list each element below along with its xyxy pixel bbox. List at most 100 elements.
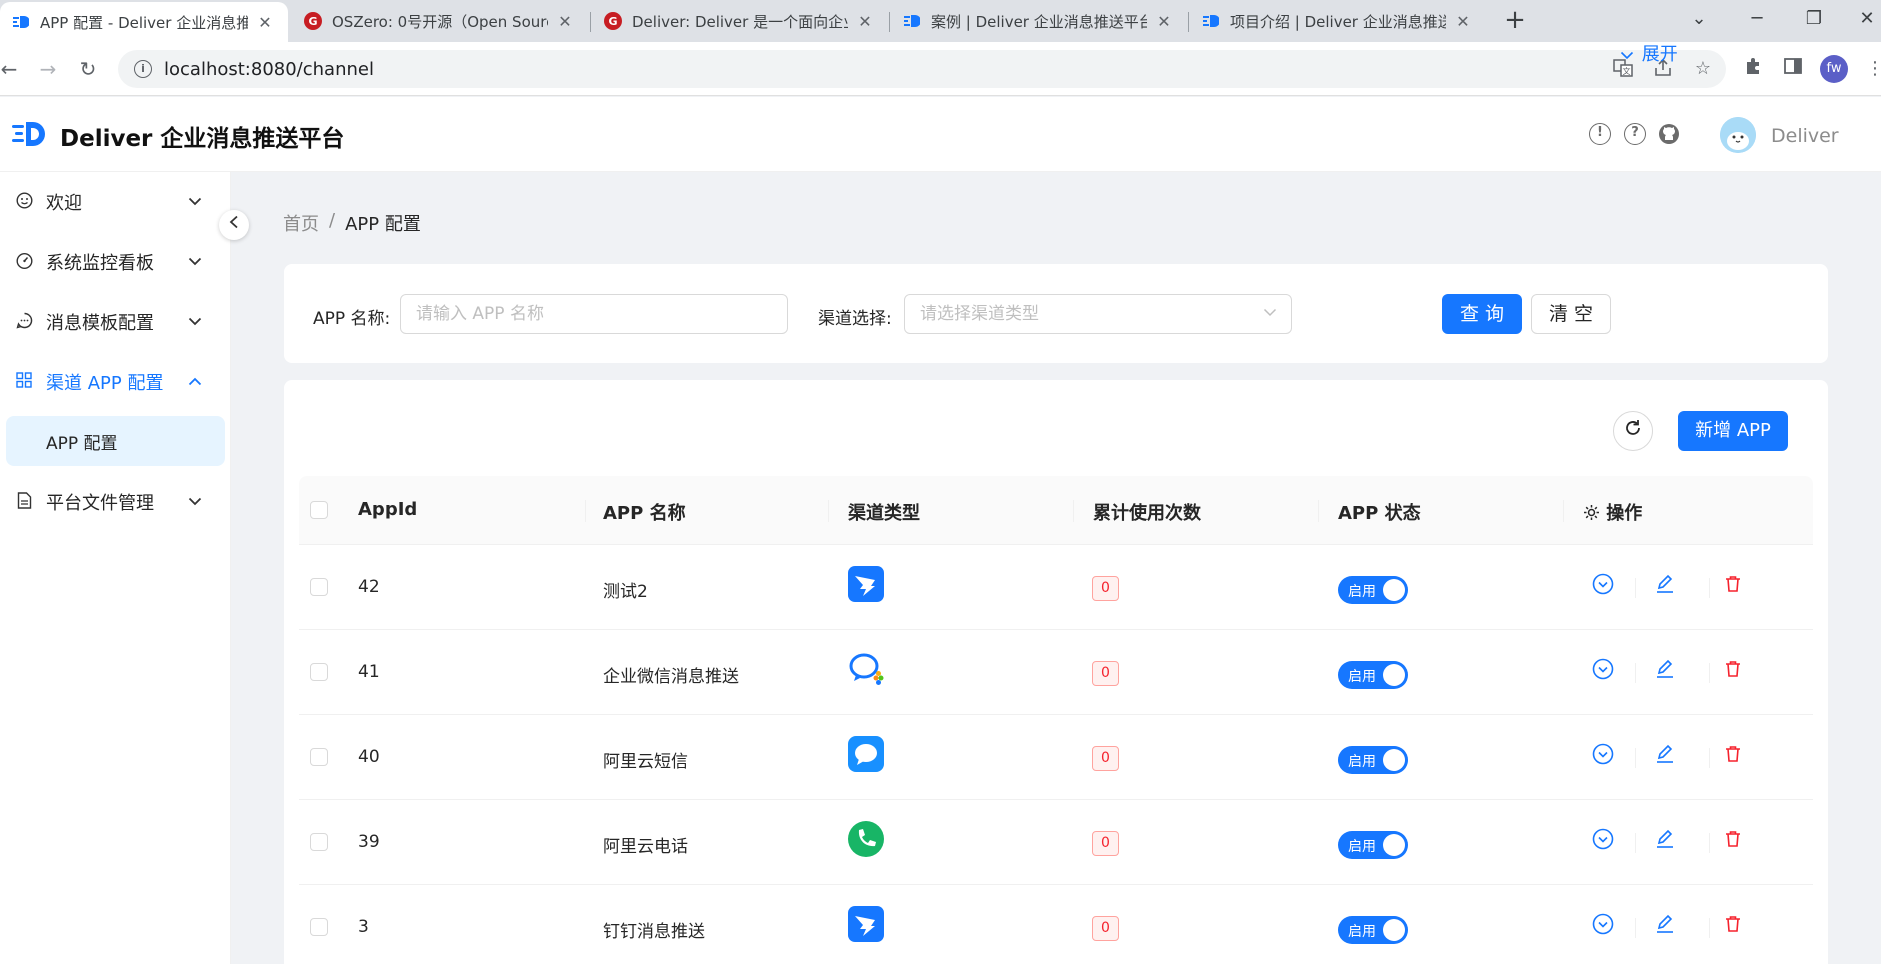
sidebar-item-channel-app[interactable]: 渠道 APP 配置 [0, 352, 231, 412]
sidebar-item-monitor[interactable]: 系统监控看板 [0, 232, 231, 292]
row-checkbox[interactable] [310, 578, 328, 596]
close-tab-icon[interactable]: ✕ [256, 13, 274, 32]
column-header-app-name[interactable]: APP 名称 [603, 499, 686, 525]
back-icon[interactable]: ← [0, 54, 24, 84]
edit-icon[interactable] [1653, 572, 1677, 596]
breadcrumb-home[interactable]: 首页 [283, 210, 319, 236]
action-divider [1709, 578, 1710, 598]
column-header-app-status[interactable]: APP 状态 [1338, 499, 1421, 525]
view-details-icon[interactable] [1591, 657, 1615, 681]
address-bar[interactable]: i localhost:8080/channel [118, 50, 1726, 88]
minimize-icon[interactable]: ─ [1730, 0, 1784, 42]
delete-icon[interactable] [1721, 657, 1745, 681]
close-tab-icon[interactable]: ✕ [1454, 12, 1472, 31]
user-avatar[interactable] [1720, 117, 1756, 153]
sidebar-item-label: 系统监控看板 [46, 253, 154, 274]
browser-menu-icon[interactable]: ⋮ [1862, 56, 1881, 82]
username[interactable]: Deliver [1771, 125, 1839, 147]
switch-label: 启用 [1348, 839, 1376, 855]
chevron-up-icon [185, 374, 205, 390]
sidebar-subitem-app-config[interactable]: APP 配置 [6, 416, 225, 466]
dingtalk-icon [848, 566, 884, 602]
table-row: 39 阿里云电话 0 启用 [299, 800, 1813, 885]
bookmark-star-icon[interactable]: ☆ [1692, 58, 1714, 80]
sidebar-item-label: 欢迎 [46, 193, 82, 214]
delete-icon[interactable] [1721, 912, 1745, 936]
row-checkbox[interactable] [310, 833, 328, 851]
status-switch[interactable]: 启用 [1338, 746, 1408, 774]
app-header: Deliver 企业消息推送平台 ! ? Deliver [0, 97, 1881, 172]
close-tab-icon[interactable]: ✕ [1155, 12, 1173, 31]
sidebar-item-files[interactable]: 平台文件管理 [0, 472, 231, 532]
breadcrumb: 首页 / APP 配置 [283, 210, 421, 236]
tab-search-chevron-icon[interactable]: ⌄ [1672, 0, 1726, 42]
app-name-input[interactable]: 请输入 APP 名称 [400, 294, 788, 334]
usage-count-tag: 0 [1092, 831, 1119, 856]
browser-profile-avatar[interactable]: fw [1820, 55, 1848, 83]
query-button[interactable]: 查 询 [1442, 294, 1522, 334]
column-header-actions[interactable]: 操作 [1583, 499, 1642, 525]
edit-icon[interactable] [1653, 657, 1677, 681]
column-header-usage-count[interactable]: 累计使用次数 [1093, 499, 1201, 525]
extensions-icon[interactable] [1740, 56, 1766, 82]
browser-tab-active[interactable]: APP 配置 - Deliver 企业消息推送平台 ✕ [0, 2, 288, 42]
row-checkbox[interactable] [310, 748, 328, 766]
view-details-icon[interactable] [1591, 742, 1615, 766]
info-circle-icon[interactable]: ! [1589, 123, 1611, 145]
close-tab-icon[interactable]: ✕ [556, 12, 574, 31]
chevron-down-icon [185, 194, 205, 210]
row-checkbox[interactable] [310, 918, 328, 936]
reload-icon[interactable]: ↻ [73, 54, 103, 84]
cell-appid: 42 [358, 577, 380, 597]
close-tab-icon[interactable]: ✕ [856, 12, 874, 31]
sidebar-item-label: 消息模板配置 [46, 313, 154, 334]
site-info-icon[interactable]: i [134, 60, 152, 78]
status-switch[interactable]: 启用 [1338, 661, 1408, 689]
cell-app-name: 企业微信消息推送 [603, 667, 739, 687]
action-divider [1635, 748, 1636, 768]
delete-icon[interactable] [1721, 827, 1745, 851]
column-header-appid[interactable]: AppId [358, 499, 417, 520]
edit-icon[interactable] [1653, 912, 1677, 936]
view-details-icon[interactable] [1591, 912, 1615, 936]
reload-table-button[interactable] [1613, 411, 1653, 451]
status-switch[interactable]: 启用 [1338, 916, 1408, 944]
column-header-channel-type[interactable]: 渠道类型 [848, 499, 920, 525]
delete-icon[interactable] [1721, 742, 1745, 766]
forward-icon[interactable]: → [33, 54, 63, 84]
delete-icon[interactable] [1721, 572, 1745, 596]
browser-tab[interactable]: 案例 | Deliver 企业消息推送平台 ✕ [891, 0, 1187, 42]
help-circle-icon[interactable]: ? [1624, 123, 1646, 145]
reload-icon [1626, 420, 1640, 435]
chevron-left-icon [229, 215, 238, 229]
status-switch[interactable]: 启用 [1338, 831, 1408, 859]
side-panel-icon[interactable] [1780, 56, 1806, 82]
channel-select[interactable]: 请选择渠道类型 [904, 294, 1292, 334]
status-switch[interactable]: 启用 [1338, 576, 1408, 604]
browser-tab[interactable]: G OSZero: 0号开源（Open Source Zero） ✕ [292, 0, 588, 42]
clear-button[interactable]: 清 空 [1531, 294, 1611, 334]
new-app-button[interactable]: 新增 APP [1678, 411, 1788, 451]
sidebar-item-templates[interactable]: 消息模板配置 [0, 292, 231, 352]
action-divider [1709, 663, 1710, 683]
edit-icon[interactable] [1653, 827, 1677, 851]
edit-icon[interactable] [1653, 742, 1677, 766]
new-tab-icon[interactable]: + [1500, 6, 1530, 36]
close-window-icon[interactable]: ✕ [1840, 0, 1881, 42]
browser-tab[interactable]: 项目介绍 | Deliver 企业消息推送平台 ✕ [1190, 0, 1486, 42]
sidebar-item-welcome[interactable]: 欢迎 [0, 172, 231, 232]
deliver-favicon-icon [1202, 12, 1220, 30]
collapse-sidebar-button[interactable] [219, 210, 249, 240]
cell-appid: 40 [358, 747, 380, 767]
browser-tab[interactable]: G Deliver: Deliver 是一个面向企业的消息推送平台 ✕ [592, 0, 888, 42]
restore-icon[interactable]: ❐ [1787, 0, 1841, 42]
expand-link[interactable]: 展开 [1620, 40, 1678, 66]
select-all-checkbox[interactable] [310, 501, 328, 519]
github-icon[interactable] [1658, 123, 1680, 145]
column-divider [1318, 500, 1319, 522]
sidebar-item-label: 平台文件管理 [46, 493, 154, 514]
view-details-icon[interactable] [1591, 572, 1615, 596]
row-checkbox[interactable] [310, 663, 328, 681]
view-details-icon[interactable] [1591, 827, 1615, 851]
dingtalk-icon [848, 906, 884, 942]
